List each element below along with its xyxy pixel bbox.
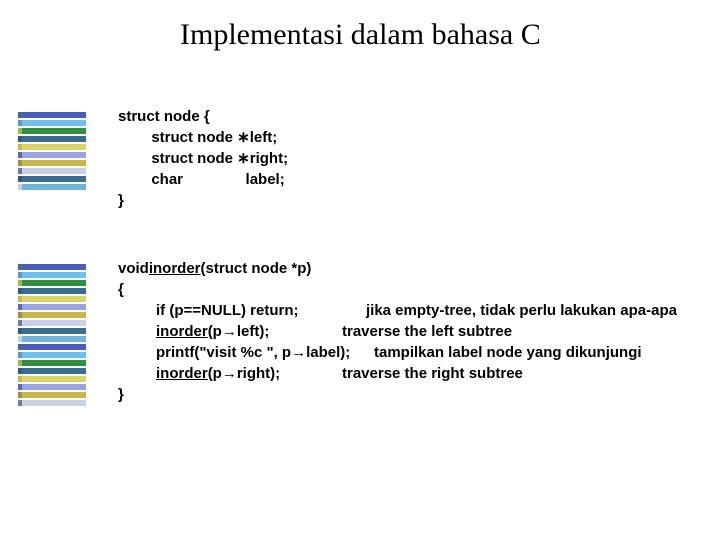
code-line: printf("visit %c ", p→label);tampilkan l… — [118, 342, 677, 363]
code-line: struct node ∗left; — [118, 129, 277, 146]
code-line: void inorder(struct node *p) — [118, 258, 677, 279]
code-line: } — [118, 384, 677, 405]
comment: tampilkan label node yang dikunjungi — [374, 342, 642, 363]
code-function: void inorder(struct node *p) { if (p==NU… — [118, 258, 677, 405]
comment: jika empty-tree, tidak perlu lakukan apa… — [366, 300, 677, 321]
code-line: struct node { — [118, 108, 210, 125]
bullet-icon — [18, 112, 86, 192]
keyword: void — [118, 258, 149, 279]
fn-args: (p→left); — [208, 323, 270, 340]
fn-args: (p→right); — [208, 365, 280, 382]
code-line: { — [118, 279, 677, 300]
code-struct: struct node { struct node ∗left; struct … — [118, 106, 288, 211]
code-line: struct node ∗right; — [118, 150, 288, 167]
fn-name: inorder — [149, 258, 201, 279]
code-line: inorder(p→right); traverse the right subt… — [118, 363, 677, 384]
fn-sig: (struct node *p) — [201, 258, 312, 279]
statement: if (p==NULL) return; — [156, 300, 366, 321]
comment: traverse the right subtree — [342, 363, 523, 384]
fn-call: inorder — [156, 365, 208, 382]
code-line: } — [118, 192, 124, 209]
page-title: Implementasi dalam bahasa C — [180, 18, 541, 52]
brace: { — [118, 279, 124, 300]
fn-call: inorder — [156, 323, 208, 340]
statement: printf("visit %c ", p→label); — [156, 342, 374, 363]
bullet-icon — [18, 264, 86, 408]
code-line: inorder(p→left); traverse the left subtre… — [118, 321, 677, 342]
code-line: if (p==NULL) return;jika empty-tree, tid… — [118, 300, 677, 321]
brace: } — [118, 384, 124, 405]
comment: traverse the left subtree — [342, 321, 512, 342]
code-line: char label; — [118, 171, 285, 188]
